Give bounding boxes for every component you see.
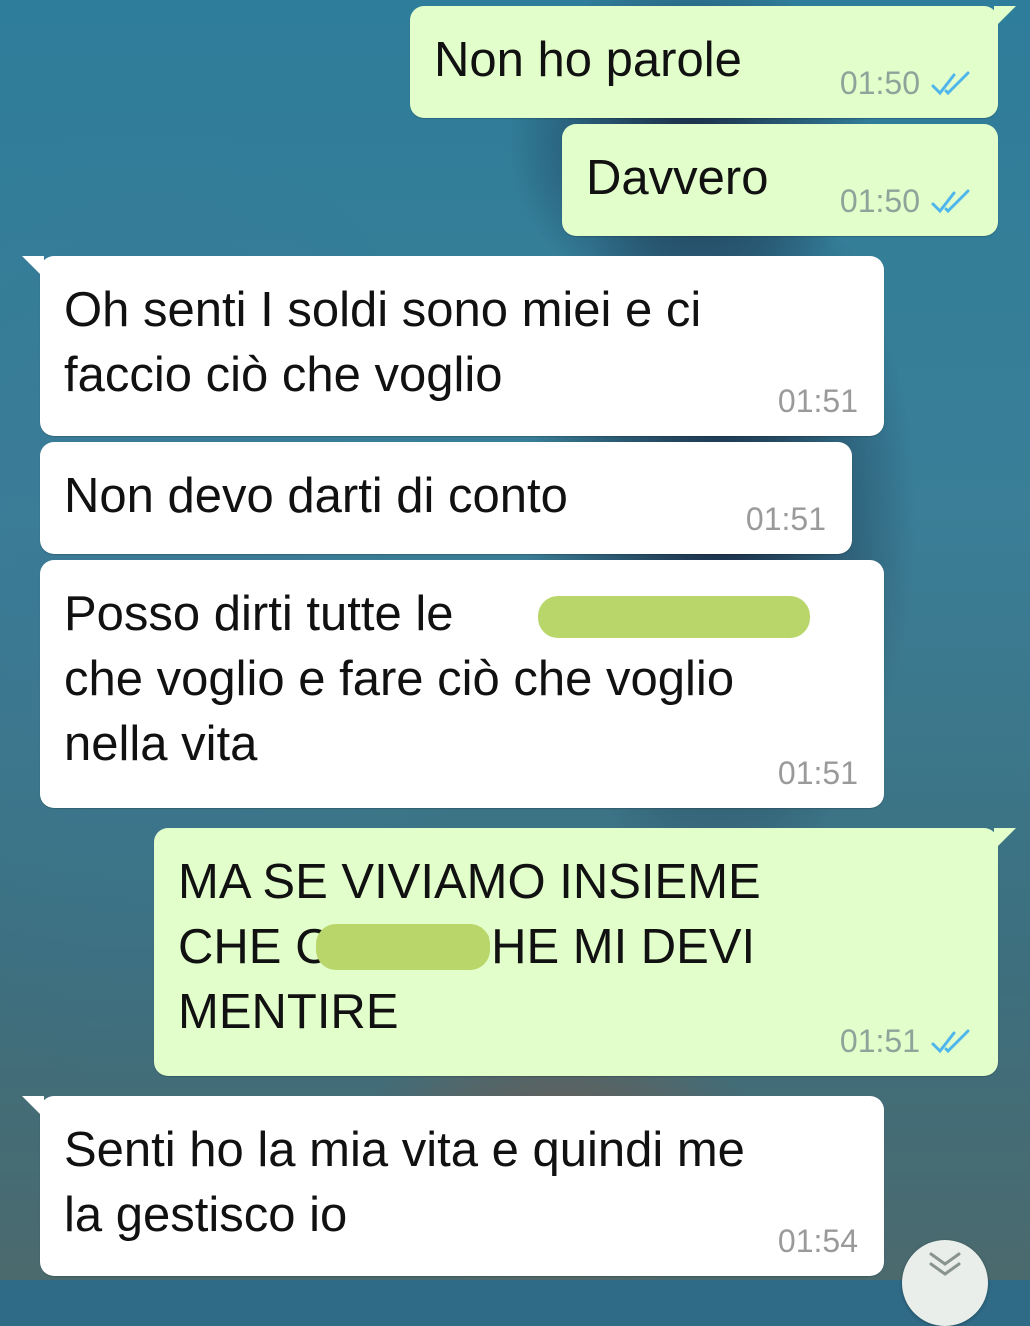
message-meta: 01:51: [778, 755, 858, 792]
bubble-tail: [22, 256, 44, 278]
message-text: Non devo darti di conto: [64, 469, 568, 523]
message-time: 01:51: [745, 501, 826, 537]
censor-mark: [316, 924, 490, 970]
message-bubble-incoming[interactable]: Oh senti I soldi sono miei e ci faccio c…: [22, 256, 884, 436]
message-bubble-incoming[interactable]: Posso dirti tutte le che voglio e fare c…: [40, 560, 884, 808]
message-time: 01:51: [777, 755, 858, 791]
message-meta: 01:50: [840, 183, 972, 220]
message-time: 01:51: [839, 1023, 920, 1059]
message-text: Oh senti I soldi sono miei e ci faccio c…: [64, 283, 702, 402]
message-bubble-outgoing[interactable]: Davvero 01:50: [562, 124, 998, 236]
message-bubble-incoming[interactable]: Senti ho la mia vita e quindi me la gest…: [22, 1096, 884, 1276]
bubble-tail: [22, 1096, 44, 1118]
bubble-tail: [994, 828, 1016, 850]
double-chevron-down-icon: [929, 1252, 961, 1276]
bubble-tail: [994, 6, 1016, 28]
message-meta: 01:54: [778, 1223, 858, 1260]
double-check-icon: [931, 189, 970, 213]
message-bubble-incoming[interactable]: Non devo darti di conto 01:51: [40, 442, 852, 554]
message-bubble-outgoing[interactable]: Non ho parole 01:50: [410, 6, 1016, 118]
message-meta: 01:51: [746, 501, 826, 538]
message-text: Senti ho la mia vita e quindi me la gest…: [64, 1123, 745, 1242]
message-meta: 01:50: [840, 65, 972, 102]
double-check-icon: [931, 71, 970, 95]
censor-mark: [538, 596, 810, 638]
message-meta: 01:51: [840, 1023, 972, 1060]
double-check-icon: [931, 1029, 970, 1053]
message-time: 01:50: [839, 183, 920, 219]
message-time: 01:54: [777, 1223, 858, 1259]
message-text: MA SE VIVIAMO INSIEME CHE C DICI CHE MI …: [178, 855, 761, 1039]
message-time: 01:50: [839, 65, 920, 101]
scroll-to-bottom-button[interactable]: [902, 1240, 988, 1326]
message-bubble-outgoing[interactable]: MA SE VIVIAMO INSIEME CHE C DICI CHE MI …: [154, 828, 1016, 1076]
message-time: 01:51: [777, 383, 858, 419]
message-meta: 01:51: [778, 383, 858, 420]
